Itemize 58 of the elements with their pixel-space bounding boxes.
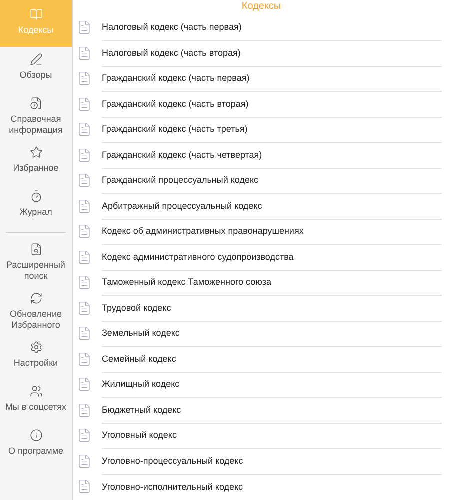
document-icon <box>77 479 92 494</box>
document-icon <box>77 250 92 265</box>
document-icon <box>77 20 92 36</box>
timer-icon <box>30 190 42 203</box>
sidebar-item[interactable]: Журнал <box>0 184 72 228</box>
document-icon <box>77 122 92 138</box>
list-item[interactable]: Налоговый кодекс (часть вторая) <box>102 40 442 66</box>
list-item[interactable]: Уголовно-процессуальный кодекс <box>102 448 442 474</box>
list-item[interactable]: Уголовный кодекс <box>102 422 442 449</box>
sidebar-item[interactable]: Обзоры <box>0 47 72 91</box>
document-icon <box>77 173 92 188</box>
list-item[interactable]: Уголовно-исполнительный кодекс <box>102 474 442 500</box>
info-icon <box>30 429 42 442</box>
people-icon <box>30 385 42 398</box>
sidebar-item[interactable]: Мы в соцсетях <box>0 379 72 423</box>
pen-icon <box>30 53 42 66</box>
list-item[interactable]: Гражданский кодекс (часть первая) <box>102 66 442 92</box>
settings-icon <box>30 341 42 354</box>
sidebar-item[interactable]: Избранное <box>0 140 72 184</box>
list-item[interactable]: Налоговый кодекс (часть первая) <box>102 14 442 41</box>
document-icon <box>77 71 92 86</box>
sidebar-item[interactable]: Настройки <box>0 335 72 379</box>
star-icon <box>30 146 42 159</box>
list-item[interactable]: Гражданский процессуальный кодекс <box>102 168 442 194</box>
list-item[interactable]: Земельный кодекс <box>102 320 442 347</box>
document-icon <box>77 275 92 290</box>
sidebar-item[interactable]: Справочная информация <box>0 91 72 140</box>
list-item[interactable]: Кодекс административного судопроизводства <box>102 244 442 270</box>
sidebar-item[interactable]: Обновление Избранного <box>0 286 72 335</box>
document-icon <box>77 224 92 240</box>
page-title: Кодексы <box>240 1 282 14</box>
document-icon <box>77 428 92 444</box>
book-icon <box>30 8 42 21</box>
document-search-icon <box>30 243 42 256</box>
sidebar-item[interactable]: Расширенный поиск <box>0 237 72 286</box>
list-item[interactable]: Трудовой кодекс <box>102 295 442 322</box>
document-icon <box>77 148 92 163</box>
list-item[interactable]: Жилищный кодекс <box>102 372 442 398</box>
sidebar-item[interactable]: О программе <box>0 423 72 467</box>
document-icon <box>77 352 92 367</box>
document-clock-icon <box>30 97 42 110</box>
document-icon <box>77 46 92 61</box>
document-icon <box>77 454 92 469</box>
document-icon <box>77 377 92 392</box>
list-item[interactable]: Гражданский кодекс (часть вторая) <box>102 91 442 118</box>
refresh-icon <box>30 292 42 305</box>
document-icon <box>77 198 92 214</box>
list-item[interactable]: Гражданский кодекс (часть третья) <box>102 116 442 143</box>
document-icon <box>77 300 92 316</box>
list-item[interactable]: Бюджетный кодекс <box>102 397 442 424</box>
list-item[interactable]: Семейный кодекс <box>102 346 442 372</box>
list-item[interactable]: Арбитражный процессуальный кодекс <box>102 193 442 220</box>
document-icon <box>77 326 92 342</box>
list-item[interactable]: Таможенный кодекс Таможенного союза <box>102 270 442 296</box>
list-item[interactable]: Кодекс об административных правонарушениях <box>102 218 442 245</box>
document-icon <box>77 96 92 112</box>
document-icon <box>77 402 92 418</box>
list-item[interactable]: Гражданский кодекс (часть четвертая) <box>102 142 442 168</box>
